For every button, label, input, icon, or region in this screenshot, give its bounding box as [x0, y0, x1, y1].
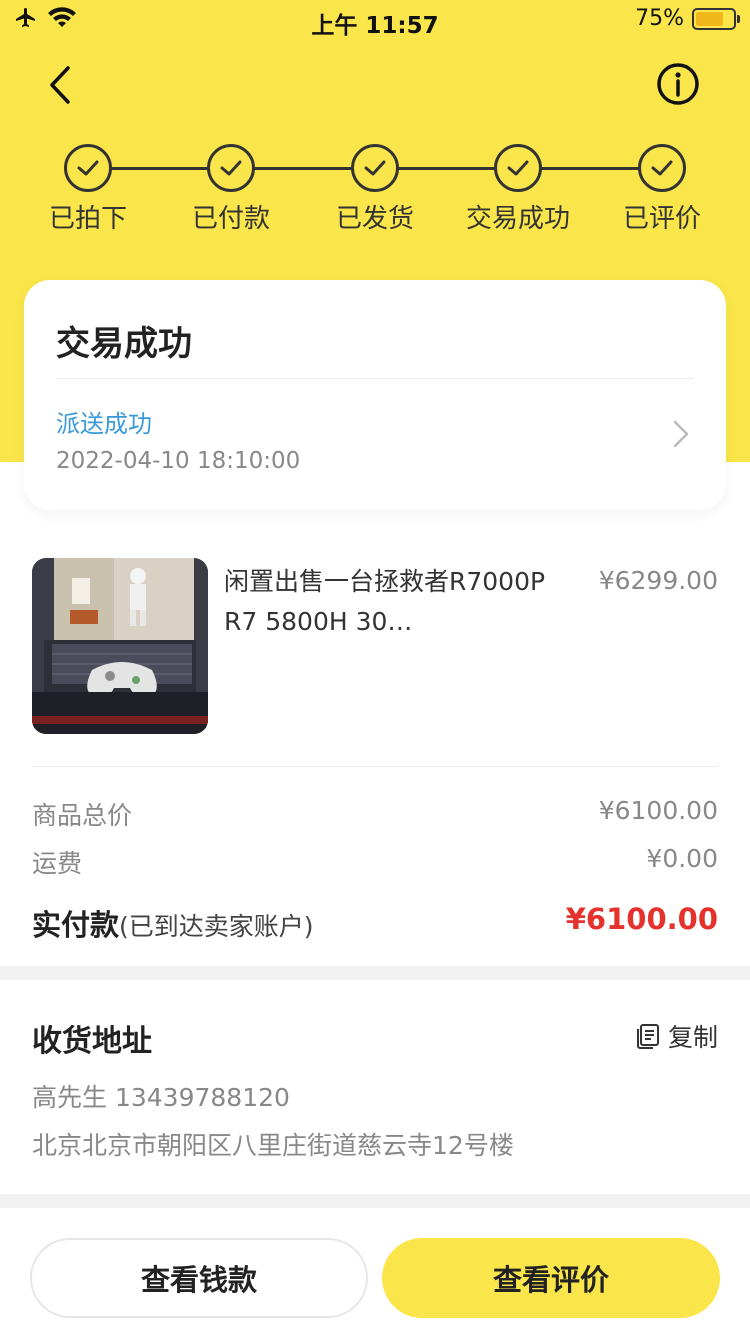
step-label: 已拍下	[48, 204, 127, 234]
copy-label: 复制	[667, 1023, 718, 1052]
paid-note: (已到达卖家账户)	[119, 912, 314, 941]
step-placed: 已拍下	[13, 144, 163, 235]
shipping-row: 运费 ¥0.00	[32, 844, 718, 884]
check-icon	[494, 144, 542, 192]
copy-icon	[636, 1024, 659, 1049]
divider	[56, 378, 694, 379]
shipping-address: 收货地址 复制 高先生 13439788120 北京北京市朝阳区八里庄街道慈云寺…	[32, 1016, 718, 1166]
section-gap	[0, 966, 750, 980]
status-bar: 上午 11:57 75%	[0, 0, 750, 40]
step-label: 交易成功	[465, 204, 570, 234]
battery-fill	[696, 11, 723, 26]
paid-value: ¥6100.00	[565, 902, 718, 936]
address-title: 收货地址	[32, 1024, 152, 1059]
info-icon	[657, 63, 699, 105]
check-icon	[207, 144, 255, 192]
paid-label-text: 实付款	[32, 908, 120, 942]
battery-percent: 75%	[635, 6, 684, 31]
product-title[interactable]: 闲置出售一台拯救者R7000P R7 5800H 30…	[224, 562, 554, 642]
product-item[interactable]: 闲置出售一台拯救者R7000P R7 5800H 30… ¥6299.00	[32, 558, 718, 738]
step-reviewed: 已评价	[587, 144, 737, 235]
order-status-card[interactable]: 交易成功 派送成功 2022-04-10 18:10:00	[24, 280, 726, 510]
delivery-datetime: 2022-04-10 18:10:00	[56, 448, 301, 474]
recipient-info: 高先生 13439788120	[32, 1083, 290, 1112]
check-icon	[638, 144, 686, 192]
paid-label: 实付款(已到达卖家账户)	[32, 902, 314, 944]
view-review-button[interactable]: 查看评价	[382, 1238, 720, 1318]
step-label: 已付款	[191, 204, 270, 234]
check-icon	[351, 144, 399, 192]
goods-total-value: ¥6100.00	[598, 796, 718, 825]
back-button[interactable]	[40, 60, 90, 110]
chevron-right-icon	[673, 420, 689, 448]
step-label: 已评价	[622, 204, 701, 234]
divider	[32, 766, 718, 767]
copy-button[interactable]: 复制	[634, 1018, 718, 1054]
product-price: ¥6299.00	[598, 566, 718, 595]
check-icon	[64, 144, 112, 192]
paid-row: 实付款(已到达卖家账户) ¥6100.00	[32, 902, 718, 942]
goods-total-row: 商品总价 ¥6100.00	[32, 796, 718, 836]
full-address: 北京北京市朝阳区八里庄街道慈云寺12号楼	[32, 1131, 514, 1160]
status-right: 75%	[635, 6, 740, 31]
view-payment-button[interactable]: 查看钱款	[30, 1238, 368, 1318]
info-button[interactable]	[656, 62, 706, 112]
step-label: 已发货	[335, 204, 414, 234]
delivery-status: 派送成功	[56, 410, 152, 438]
battery-icon	[692, 7, 740, 30]
chevron-left-icon	[50, 66, 70, 104]
step-paid: 已付款	[156, 144, 306, 235]
step-completed: 交易成功	[443, 144, 593, 235]
shipping-label: 运费	[32, 849, 83, 878]
shipping-value: ¥0.00	[646, 844, 718, 873]
step-shipped: 已发货	[300, 144, 450, 235]
goods-total-label: 商品总价	[32, 801, 133, 830]
order-status-title: 交易成功	[56, 324, 192, 364]
order-progress: 已拍下 已付款 已发货 交易成功 已评价	[0, 140, 750, 240]
product-thumbnail[interactable]	[32, 558, 208, 734]
bottom-action-bar: 查看钱款 查看评价	[0, 1210, 750, 1334]
section-gap	[0, 1194, 750, 1208]
